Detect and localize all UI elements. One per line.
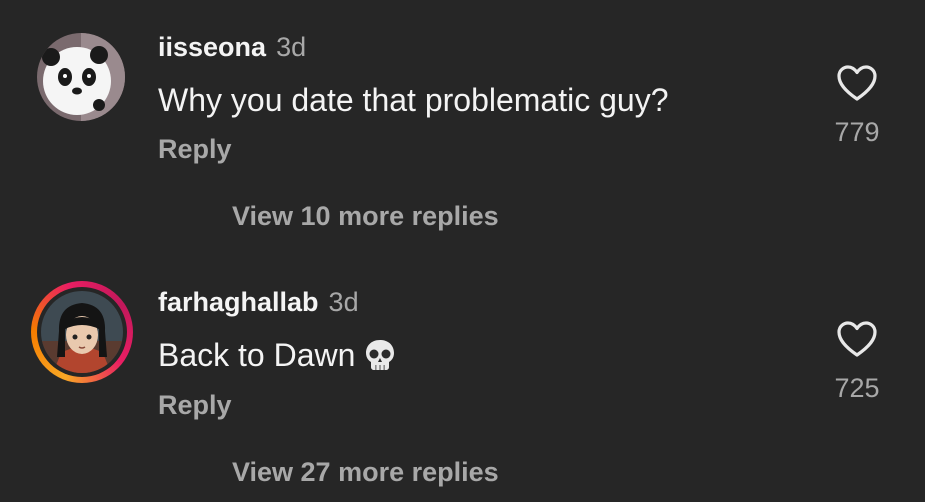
- reply-button[interactable]: Reply: [158, 390, 232, 421]
- like-count: 725: [834, 373, 880, 403]
- anime-girl-avatar-icon: [41, 291, 123, 373]
- username-text[interactable]: iisseona: [158, 32, 266, 62]
- comment-time: 3d: [328, 287, 359, 317]
- username-text[interactable]: farhaghallab: [158, 287, 319, 317]
- comment-time: 3d: [276, 32, 307, 62]
- comment-username[interactable]: iisseona 3d: [158, 32, 306, 63]
- panda-avatar[interactable]: [37, 33, 125, 121]
- view-more-replies-button[interactable]: View 10 more replies: [232, 201, 499, 232]
- story-ring-avatar[interactable]: [31, 281, 133, 383]
- anime-girl-avatar: [41, 291, 123, 373]
- view-more-replies-button[interactable]: View 27 more replies: [232, 457, 499, 488]
- skull-emoji-icon: [363, 338, 397, 380]
- comment-text-content: Back to Dawn: [158, 337, 356, 373]
- comment-text: Back to Dawn: [158, 337, 397, 380]
- reply-button[interactable]: Reply: [158, 134, 232, 165]
- panda-avatar-icon: [37, 33, 125, 121]
- comment-username[interactable]: farhaghallab 3d: [158, 287, 359, 318]
- comment-text: Why you date that problematic guy?: [158, 82, 669, 118]
- like-count: 779: [834, 117, 880, 147]
- heart-icon[interactable]: [836, 64, 878, 102]
- heart-icon[interactable]: [836, 320, 878, 358]
